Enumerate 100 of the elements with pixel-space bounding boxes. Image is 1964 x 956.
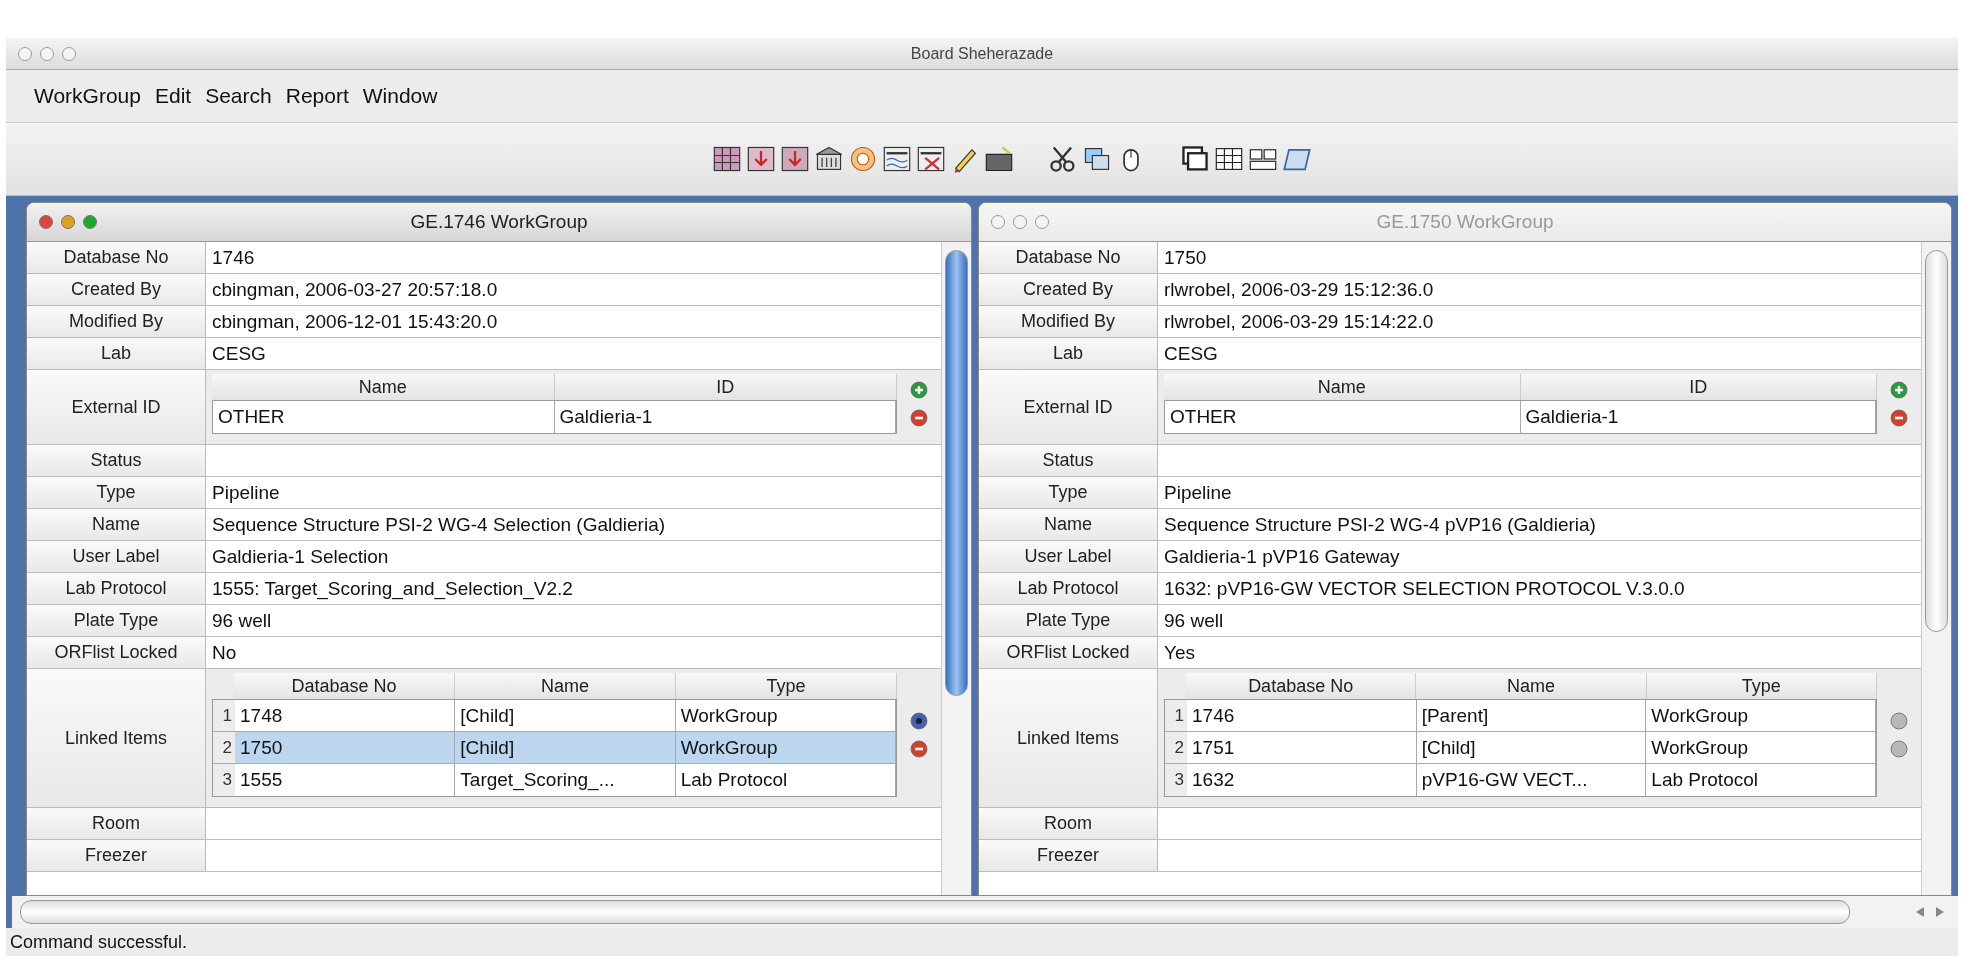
- field-value[interactable]: 1750: [1158, 242, 1921, 273]
- target-icon[interactable]: [848, 144, 878, 174]
- table-row[interactable]: 2 1751 [Child] WorkGroup: [1165, 732, 1876, 764]
- field-value[interactable]: Yes: [1158, 637, 1921, 668]
- field-label: User Label: [27, 541, 206, 572]
- field-value[interactable]: Pipeline: [206, 477, 941, 508]
- status-message: Command successful.: [10, 931, 188, 953]
- column-header[interactable]: Type: [676, 673, 897, 699]
- table-cell: 1748: [235, 700, 456, 731]
- field-value[interactable]: Sequence Structure PSI-2 WG-4 Selection (Galdieria): [206, 509, 941, 540]
- vertical-scrollbar[interactable]: [941, 242, 971, 895]
- field-label: Plate Type: [27, 605, 206, 636]
- table-cell: Lab Protocol: [1646, 764, 1876, 796]
- field-label: Name: [979, 509, 1158, 540]
- field-label: Room: [979, 808, 1158, 839]
- table-cell: 1555: [235, 764, 456, 796]
- column-header[interactable]: Name: [455, 673, 676, 699]
- scroll-thumb[interactable]: [1925, 250, 1948, 633]
- menu-item[interactable]: WorkGroup: [34, 84, 141, 108]
- column-header[interactable]: Database No: [1186, 673, 1417, 699]
- remove-button[interactable]: [910, 740, 928, 758]
- table-row[interactable]: 3 1555 Target_Scoring_... Lab Protocol: [213, 764, 896, 796]
- table-row[interactable]: 1 1748 [Child] WorkGroup: [213, 700, 896, 732]
- table-cell: [Parent]: [1416, 700, 1647, 731]
- column-header[interactable]: Name: [1164, 374, 1521, 400]
- table-row[interactable]: 3 1632 pVP16-GW VECT... Lab Protocol: [1165, 764, 1876, 796]
- field-value[interactable]: No: [206, 637, 941, 668]
- grid-icon[interactable]: [746, 144, 776, 174]
- document-icon[interactable]: [882, 144, 912, 174]
- field-value[interactable]: Galdieria-1 pVP16 Gateway: [1158, 541, 1921, 572]
- table-row[interactable]: 1 1746 [Parent] WorkGroup: [1165, 700, 1876, 732]
- field-label: ORFlist Locked: [979, 637, 1158, 668]
- field-value[interactable]: CESG: [1158, 338, 1921, 369]
- menu-item[interactable]: Window: [362, 84, 438, 108]
- field-value[interactable]: cbingman, 2006-03-27 20:57:18.0: [206, 274, 941, 305]
- field-label: Modified By: [979, 306, 1158, 337]
- field-label: Database No: [27, 242, 206, 273]
- table-cell: WorkGroup: [1646, 700, 1876, 731]
- field-value[interactable]: Galdieria-1 Selection: [206, 541, 941, 572]
- field-label: Freezer: [979, 840, 1158, 871]
- field-label: ORFlist Locked: [27, 637, 206, 668]
- close-button[interactable]: [991, 215, 1005, 229]
- table-cell: Lab Protocol: [675, 764, 896, 796]
- zoom-button[interactable]: [1035, 215, 1049, 229]
- field-value[interactable]: 1632: pVP16-GW VECTOR SELECTION PROTOCOL V.3.0.0: [1158, 573, 1921, 604]
- column-header[interactable]: Name: [1416, 673, 1647, 699]
- field-value[interactable]: 1746: [206, 242, 941, 273]
- grid-icon[interactable]: [780, 144, 810, 174]
- menu-item[interactable]: Edit: [155, 84, 192, 108]
- table-row[interactable]: 2 1750 [Child] WorkGroup: [213, 732, 896, 764]
- minimize-button[interactable]: [1013, 215, 1027, 229]
- column-header[interactable]: Type: [1646, 673, 1877, 699]
- zoom-button[interactable]: [62, 46, 76, 61]
- table-cell: pVP16-GW VECT...: [1416, 764, 1647, 796]
- row-number: 2: [1165, 732, 1187, 763]
- column-header[interactable]: ID: [1520, 374, 1877, 400]
- zoom-button[interactable]: [83, 215, 97, 229]
- field-value[interactable]: cbingman, 2006-12-01 15:43:20.0: [206, 306, 941, 337]
- document-icon[interactable]: [916, 144, 946, 174]
- window-title: GE.1750 WorkGroup: [1376, 211, 1554, 233]
- field-label: Linked Items: [27, 669, 206, 807]
- column-header[interactable]: Database No: [234, 673, 455, 699]
- scroll-thumb[interactable]: [945, 250, 968, 696]
- row-number: 3: [1165, 764, 1187, 796]
- close-button[interactable]: [18, 46, 32, 61]
- remove-button[interactable]: [910, 409, 928, 427]
- table-cell: [Child]: [1416, 732, 1647, 763]
- table-cell: 1751: [1187, 732, 1417, 763]
- field-label: Database No: [979, 242, 1158, 273]
- field-value[interactable]: CESG: [206, 338, 941, 369]
- minimize-button[interactable]: [40, 46, 54, 61]
- minimize-button[interactable]: [61, 215, 75, 229]
- field-value[interactable]: rlwrobel, 2006-03-29 15:14:22.0: [1158, 306, 1921, 337]
- grid-icon[interactable]: [712, 144, 742, 174]
- column-header[interactable]: ID: [554, 374, 897, 400]
- remove-button[interactable]: [1890, 409, 1908, 427]
- dot-button[interactable]: [910, 712, 928, 730]
- menu-item[interactable]: Search: [205, 84, 272, 108]
- field-label: Modified By: [27, 306, 206, 337]
- add-button[interactable]: [1890, 381, 1908, 399]
- horizontal-scrollbar[interactable]: [20, 900, 1850, 924]
- windows-icon[interactable]: [1180, 144, 1210, 174]
- menu-item[interactable]: Report: [285, 84, 349, 108]
- field-value[interactable]: rlwrobel, 2006-03-29 15:12:36.0: [1158, 274, 1921, 305]
- table-cell: WorkGroup: [675, 700, 896, 731]
- field-value[interactable]: 96 well: [206, 605, 941, 636]
- row-number: 2: [213, 732, 235, 763]
- add-button[interactable]: [910, 381, 928, 399]
- field-label: External ID: [979, 370, 1158, 444]
- field-value[interactable]: 96 well: [1158, 605, 1921, 636]
- field-label: Created By: [27, 274, 206, 305]
- vertical-scrollbar[interactable]: [1921, 242, 1951, 895]
- field-label: Status: [979, 445, 1158, 476]
- table-cell: Galdieria-1: [1520, 401, 1876, 433]
- field-value[interactable]: 1555: Target_Scoring_and_Selection_V2.2: [206, 573, 941, 604]
- field-value[interactable]: Sequence Structure PSI-2 WG-4 pVP16 (Galdieria): [1158, 509, 1921, 540]
- table-cell: 1750: [235, 732, 456, 763]
- field-value[interactable]: Pipeline: [1158, 477, 1921, 508]
- column-header[interactable]: Name: [212, 374, 555, 400]
- close-button[interactable]: [39, 215, 53, 229]
